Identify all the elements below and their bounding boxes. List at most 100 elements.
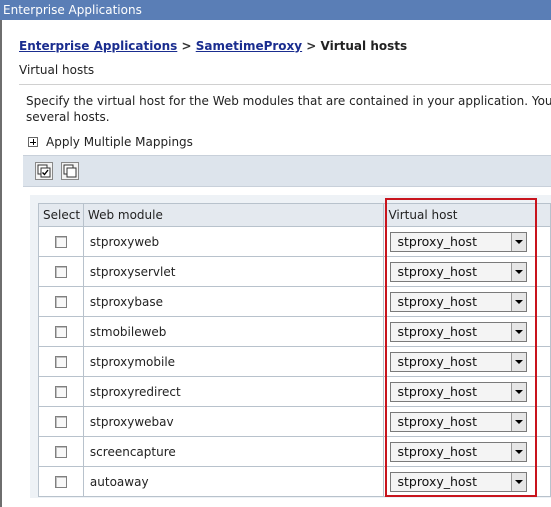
column-header-virtual-host: Virtual host	[383, 203, 551, 227]
dropdown-arrow-button[interactable]	[511, 292, 527, 311]
web-module-cell: autoaway	[82, 466, 385, 497]
virtual-host-cell: stproxy_host	[383, 346, 551, 377]
virtual-host-select[interactable]: stproxy_host	[390, 291, 528, 312]
virtual-host-value: stproxy_host	[397, 293, 477, 309]
virtual-host-value: stproxy_host	[397, 353, 477, 369]
page-description: Specify the virtual host for the Web mod…	[26, 93, 551, 125]
select-cell	[38, 316, 84, 347]
deselect-all-icon	[63, 164, 77, 178]
select-cell	[38, 406, 84, 437]
virtual-host-select[interactable]: stproxy_host	[390, 351, 528, 372]
column-header-web-module: Web module	[82, 203, 385, 227]
select-all-button[interactable]	[35, 162, 53, 180]
window-title: Enterprise Applications	[3, 3, 142, 17]
virtual-host-cell: stproxy_host	[383, 286, 551, 317]
apply-multiple-mappings-toggle[interactable]: Apply Multiple Mappings	[28, 134, 193, 150]
row-select-checkbox[interactable]	[54, 356, 67, 368]
web-module-cell: stmobileweb	[82, 316, 385, 347]
row-select-checkbox[interactable]	[54, 236, 67, 248]
dropdown-arrow-button[interactable]	[511, 322, 527, 341]
page-subtitle: Virtual hosts	[19, 63, 95, 77]
dropdown-arrow-button[interactable]	[511, 382, 527, 401]
row-select-checkbox[interactable]	[54, 476, 67, 488]
virtual-host-select[interactable]: stproxy_host	[390, 441, 528, 462]
row-select-checkbox[interactable]	[54, 386, 67, 398]
dropdown-arrow-button[interactable]	[511, 232, 527, 251]
table-row: stproxybase stproxy_host	[38, 286, 551, 317]
virtual-host-cell: stproxy_host	[383, 376, 551, 407]
table-row: autoaway stproxy_host	[38, 466, 551, 497]
breadcrumb-link-sametimeproxy[interactable]: SametimeProxy	[196, 39, 302, 53]
breadcrumb-separator: >	[177, 39, 196, 53]
chevron-down-icon	[515, 449, 524, 454]
virtual-host-value: stproxy_host	[397, 383, 477, 399]
chevron-down-icon	[515, 269, 524, 274]
virtual-host-cell: stproxy_host	[383, 256, 551, 287]
dropdown-arrow-button[interactable]	[511, 262, 527, 281]
dropdown-arrow-button[interactable]	[511, 472, 527, 491]
table-header-row: Select Web module Virtual host	[38, 203, 551, 227]
virtual-host-value: stproxy_host	[397, 443, 477, 459]
virtual-host-value: stproxy_host	[397, 473, 477, 489]
virtual-host-value: stproxy_host	[397, 233, 477, 249]
virtual-host-cell: stproxy_host	[383, 466, 551, 497]
select-cell	[38, 226, 84, 257]
breadcrumb-current: Virtual hosts	[320, 39, 408, 53]
virtual-hosts-table-container: Select Web module Virtual host stproxywe…	[30, 195, 551, 498]
chevron-down-icon	[515, 239, 524, 244]
virtual-host-select[interactable]: stproxy_host	[390, 261, 528, 282]
chevron-down-icon	[515, 419, 524, 424]
web-module-cell: stproxymobile	[82, 346, 385, 377]
deselect-all-button[interactable]	[61, 162, 79, 180]
row-select-checkbox[interactable]	[54, 446, 67, 458]
web-module-cell: stproxyredirect	[82, 376, 385, 407]
virtual-host-value: stproxy_host	[397, 413, 477, 429]
breadcrumb-separator: >	[302, 39, 321, 53]
select-cell	[38, 376, 84, 407]
select-cell	[38, 436, 84, 467]
virtual-host-cell: stproxy_host	[383, 226, 551, 257]
table-row: stproxyredirect stproxy_host	[38, 376, 551, 407]
chevron-down-icon	[515, 359, 524, 364]
breadcrumb-link-enterprise-applications[interactable]: Enterprise Applications	[19, 39, 177, 53]
virtual-host-value: stproxy_host	[397, 263, 477, 279]
row-select-checkbox[interactable]	[54, 326, 67, 338]
expand-icon[interactable]	[28, 137, 38, 147]
dropdown-arrow-button[interactable]	[511, 352, 527, 371]
virtual-host-select[interactable]: stproxy_host	[390, 321, 528, 342]
virtual-host-value: stproxy_host	[397, 323, 477, 339]
description-line: Specify the virtual host for the Web mod…	[26, 94, 551, 108]
window-left-border	[0, 20, 2, 507]
select-cell	[38, 256, 84, 287]
column-header-select: Select	[38, 203, 84, 227]
table-row: stproxyweb stproxy_host	[38, 226, 551, 257]
virtual-host-select[interactable]: stproxy_host	[390, 411, 528, 432]
virtual-host-cell: stproxy_host	[383, 406, 551, 437]
table-toolbar	[23, 155, 551, 187]
chevron-down-icon	[515, 329, 524, 334]
chevron-down-icon	[515, 299, 524, 304]
web-module-cell: stproxyweb	[82, 226, 385, 257]
web-module-cell: stproxyservlet	[82, 256, 385, 287]
row-select-checkbox[interactable]	[54, 296, 67, 308]
web-module-cell: stproxywebav	[82, 406, 385, 437]
virtual-host-cell: stproxy_host	[383, 316, 551, 347]
select-cell	[38, 286, 84, 317]
apply-multiple-mappings-label: Apply Multiple Mappings	[46, 135, 193, 149]
table-row: stproxywebav stproxy_host	[38, 406, 551, 437]
chevron-down-icon	[515, 479, 524, 484]
chevron-down-icon	[515, 389, 524, 394]
row-select-checkbox[interactable]	[54, 416, 67, 428]
dropdown-arrow-button[interactable]	[511, 442, 527, 461]
virtual-host-select[interactable]: stproxy_host	[390, 231, 528, 252]
divider	[19, 84, 551, 85]
select-all-icon	[37, 164, 51, 178]
virtual-hosts-table: Select Web module Virtual host stproxywe…	[38, 203, 551, 497]
table-row: stmobileweb stproxy_host	[38, 316, 551, 347]
row-select-checkbox[interactable]	[54, 266, 67, 278]
virtual-host-select[interactable]: stproxy_host	[390, 471, 528, 492]
select-cell	[38, 346, 84, 377]
select-cell	[38, 466, 84, 497]
virtual-host-select[interactable]: stproxy_host	[390, 381, 528, 402]
dropdown-arrow-button[interactable]	[511, 412, 527, 431]
